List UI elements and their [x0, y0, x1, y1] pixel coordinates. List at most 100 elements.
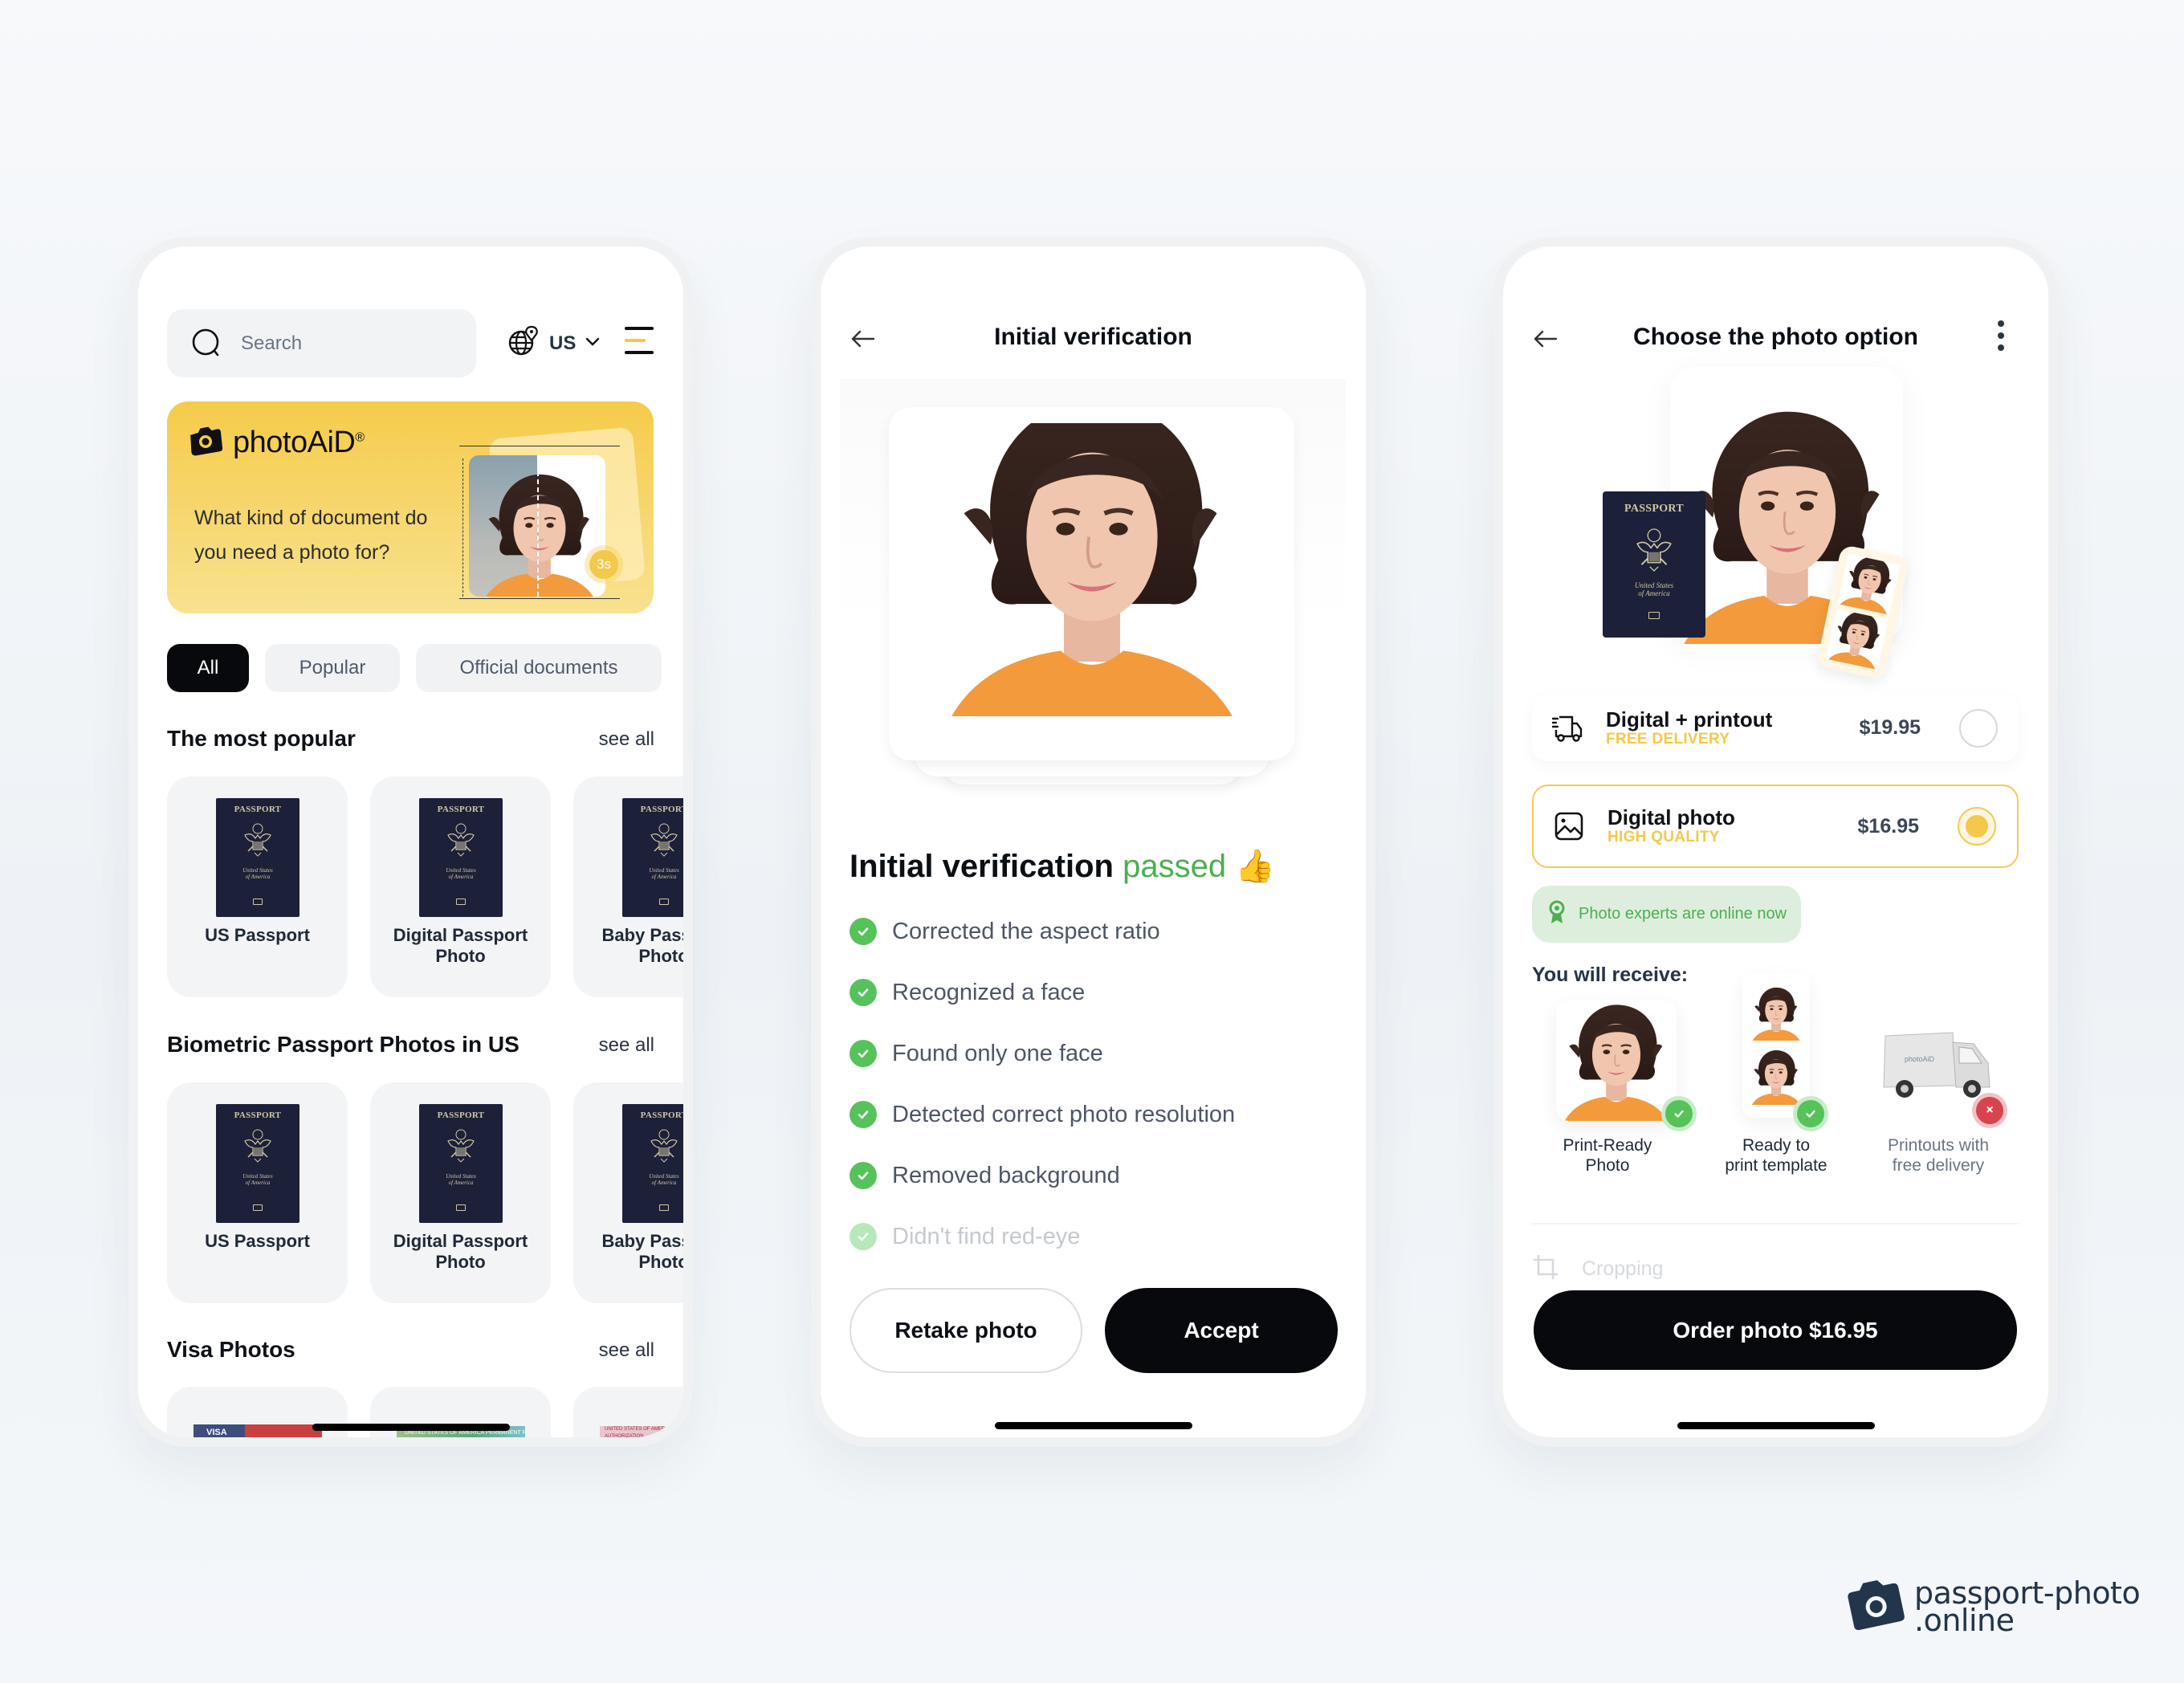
delivery-van-image: photoAiD — [1879, 1028, 1999, 1104]
check-circle-icon — [850, 1223, 877, 1250]
section-title-biometric: Biometric Passport Photos in US — [167, 1032, 520, 1057]
retake-photo-button[interactable]: Retake photo — [850, 1288, 1082, 1373]
home-indicator — [994, 1422, 1192, 1429]
image-icon — [1553, 810, 1585, 842]
doc-card-baby-passport-photo[interactable]: PASSPORT United States of America Baby Pa… — [573, 1082, 683, 1303]
cropping-row[interactable]: Cropping — [1532, 1253, 1663, 1285]
phone-verification-screen: Initial verification Initial verificatio… — [811, 237, 1375, 1447]
registered-mark: ® — [355, 430, 365, 445]
passport-cover-image: PASSPORT United States of America — [622, 798, 683, 917]
globe-pin-icon — [507, 325, 540, 361]
crop-icon — [1532, 1253, 1559, 1285]
eagle-seal-icon — [648, 1128, 680, 1163]
doc-card-label: Baby Passport Photo — [601, 925, 683, 966]
receive-item-print-ready-photo: Print-Ready Photo — [1527, 989, 1693, 1182]
verified-photo-stack — [889, 407, 1294, 789]
product-hero-illustration: PASSPORT United States of America — [1599, 367, 1953, 681]
award-ribbon-icon — [1548, 899, 1566, 929]
see-all-most-popular-link[interactable]: see all — [599, 728, 654, 751]
search-input[interactable] — [241, 332, 442, 355]
doc-card-label: Digital Passport Photo — [393, 925, 528, 966]
option-radio-selected[interactable] — [1958, 807, 1996, 846]
option-name: Digital + printout — [1606, 707, 1773, 731]
receive-item-printouts-delivery: photoAiD × Printouts with free delivery — [1858, 989, 2019, 1182]
option-name: Digital photo — [1607, 805, 1735, 829]
more-vertical-icon[interactable] — [1995, 319, 2007, 354]
locale-selector[interactable]: US — [507, 325, 600, 361]
verification-heading: Initial verification passed 👍 — [850, 849, 1276, 884]
eagle-seal-icon — [242, 822, 274, 858]
check-circle-icon — [850, 1101, 877, 1128]
passport-cover-image: PASSPORT United States of America — [419, 798, 503, 917]
passport-cover-image: PASSPORT United States of America — [419, 1104, 503, 1223]
section-title-visa-photos: Visa Photos — [167, 1337, 295, 1362]
eagle-seal-icon — [242, 1128, 274, 1163]
banner-prompt: What kind of document do you need a phot… — [194, 507, 428, 564]
eagle-seal-icon — [445, 1128, 477, 1163]
banner-photo-illustration: 3s — [459, 423, 646, 599]
check-circle-icon — [850, 979, 877, 1006]
hero-banner[interactable]: photoAiD® What kind of document do you n… — [167, 401, 654, 613]
option-digital-printout[interactable]: Digital + printout FREE DELIVERY $19.95 — [1532, 695, 2019, 761]
screen-title: Initial verification — [994, 324, 1192, 350]
nav-header: Initial verification — [821, 319, 1366, 359]
chevron-down-icon — [585, 336, 600, 351]
order-photo-button[interactable]: Order photo $16.95 — [1534, 1290, 2017, 1370]
screen-title: Choose the photo option — [1633, 324, 1918, 350]
filter-chip-official-documents[interactable]: Official documents — [416, 644, 662, 692]
camera-icon — [1845, 1578, 1906, 1635]
experts-online-badge: Photo experts are online now — [1532, 886, 1802, 943]
option-radio[interactable] — [1959, 708, 1998, 748]
doc-card-label: US Passport — [205, 925, 310, 945]
timer-badge: 3s — [589, 550, 618, 579]
excluded-x-icon: × — [1976, 1097, 2003, 1124]
check-circle-icon — [850, 1162, 877, 1189]
see-all-visa-link[interactable]: see all — [599, 1339, 654, 1362]
receive-title: You will receive: — [1532, 964, 1689, 986]
option-subtitle: FREE DELIVERY — [1606, 730, 1730, 748]
receive-item-print-template: Ready to print template — [1696, 973, 1856, 1182]
nav-header: Choose the photo option — [1503, 319, 2048, 359]
home-indicator — [312, 1424, 510, 1431]
included-check-icon — [1797, 1100, 1824, 1127]
brand-name: photoAiD — [233, 426, 356, 459]
filter-chip-all[interactable]: All — [167, 644, 249, 692]
check-item: Didn't find red-eye — [850, 1223, 1080, 1250]
option-subtitle: HIGH QUALITY — [1607, 829, 1720, 846]
eagle-seal-icon — [445, 822, 477, 858]
camera-icon — [188, 426, 223, 460]
search-field[interactable] — [167, 309, 476, 377]
visa-image: VISA — [194, 1424, 322, 1437]
doc-card-employment-authorization[interactable]: UNITED STATES OF AMERICA EMPLOYMENT AUTH… — [573, 1387, 683, 1437]
doc-card-label: US Passport — [205, 1231, 310, 1251]
hamburger-menu-icon[interactable] — [625, 327, 654, 354]
filter-chip-popular[interactable]: Popular — [265, 644, 400, 692]
doc-card-digital-passport-photo[interactable]: PASSPORT United States of America Digital… — [370, 1082, 551, 1303]
status-passed: passed — [1123, 849, 1227, 884]
check-item: Recognized a face — [850, 979, 1085, 1006]
delivery-truck-icon — [1551, 712, 1583, 744]
passport-photo-online-logo: passport-photo .online — [1845, 1578, 2141, 1636]
doc-card-us-passport[interactable]: PASSPORT United States of America US Pass… — [167, 1082, 348, 1303]
locale-label: US — [549, 332, 577, 354]
divider — [1532, 1223, 2019, 1225]
svg-text:photoAiD: photoAiD — [1905, 1055, 1935, 1063]
hero-passport-image: PASSPORT United States of America — [1603, 491, 1705, 638]
passport-cover-image: PASSPORT United States of America — [622, 1104, 683, 1223]
phone-options-screen: Choose the photo option PASSPORT United … — [1493, 237, 2058, 1447]
search-icon — [191, 328, 223, 360]
doc-card-digital-passport-photo[interactable]: PASSPORT United States of America Digital… — [370, 776, 551, 997]
included-check-icon — [1665, 1100, 1693, 1127]
check-circle-icon — [850, 1040, 877, 1067]
see-all-biometric-link[interactable]: see all — [599, 1034, 654, 1057]
accept-button[interactable]: Accept — [1105, 1288, 1338, 1373]
doc-card-baby-passport-photo[interactable]: PASSPORT United States of America Baby Pa… — [573, 776, 683, 997]
option-price: $16.95 — [1857, 814, 1919, 837]
check-item: Removed background — [850, 1162, 1120, 1189]
doc-card-label: Baby Passport Photo — [601, 1231, 683, 1272]
passport-cover-image: PASSPORT United States of America — [216, 1104, 299, 1223]
check-item: Found only one face — [850, 1040, 1103, 1067]
option-digital-photo[interactable]: Digital photo HIGH QUALITY $16.95 — [1532, 784, 2019, 868]
option-price: $19.95 — [1859, 716, 1921, 739]
doc-card-us-passport[interactable]: PASSPORT United States of America US Pass… — [167, 776, 348, 997]
